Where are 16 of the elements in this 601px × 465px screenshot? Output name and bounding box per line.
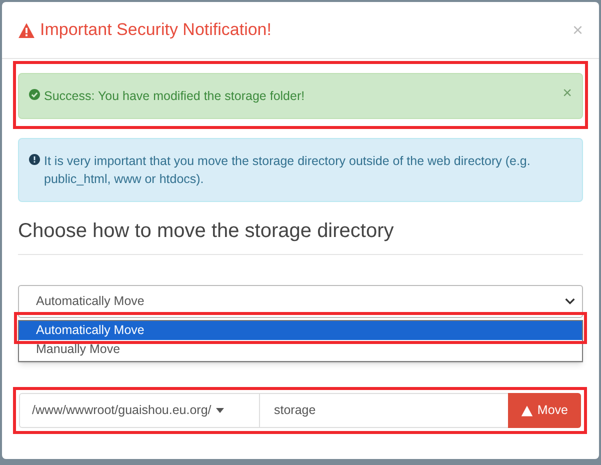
alert-message: It is very important that you move the storage directory outside of the web directory (e.g. public_html, www or htdocs). <box>44 153 532 188</box>
path-dropdown[interactable]: /www/wwwroot/guaishou.eu.org/ <box>19 393 260 428</box>
warning-icon <box>521 404 534 416</box>
alert-message: Success: You have modified the storage folder! <box>44 88 306 105</box>
check-circle-icon <box>29 89 40 100</box>
exclamation-circle-icon <box>29 154 40 165</box>
dialog-title: Important Security Notification! <box>40 19 272 42</box>
section-heading: Choose how to move the storage directory <box>18 219 395 244</box>
warning-icon <box>18 22 35 38</box>
select-field[interactable]: Automatically Move <box>18 285 583 318</box>
caret-icon <box>216 408 224 413</box>
dropdown-option[interactable]: Manually Move <box>19 340 582 359</box>
dropdown-option[interactable]: Automatically Move <box>19 321 582 340</box>
move-button[interactable]: Move <box>508 393 581 428</box>
chevron-down-icon <box>565 298 575 305</box>
folder-name-field[interactable]: storage <box>260 393 508 428</box>
